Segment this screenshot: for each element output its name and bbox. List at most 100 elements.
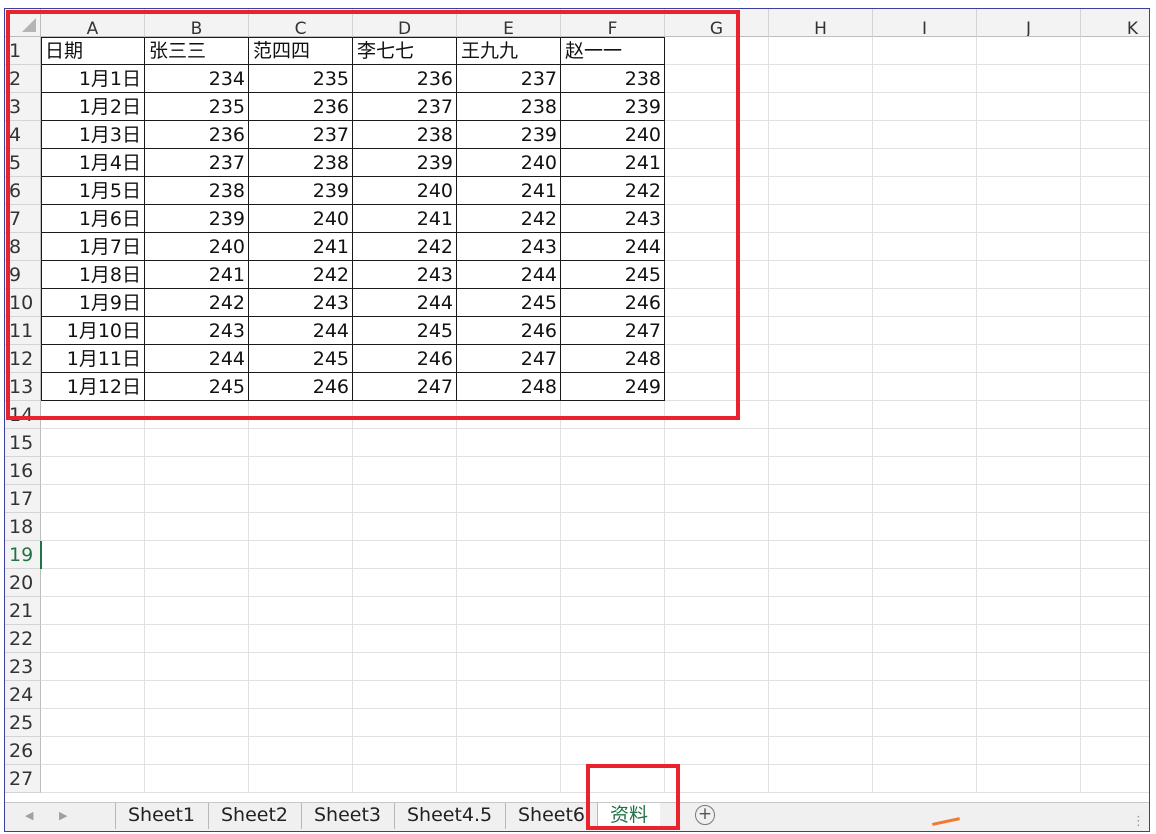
cell-i14[interactable]	[873, 401, 977, 429]
row-header-25[interactable]: 25	[5, 709, 41, 737]
row-header-21[interactable]: 21	[5, 597, 41, 625]
cell-e12[interactable]: 247	[457, 345, 561, 373]
cell-i2[interactable]	[873, 65, 977, 93]
cell-d18[interactable]	[353, 513, 457, 541]
cell-g8[interactable]	[665, 233, 769, 261]
cell-k7[interactable]	[1081, 205, 1149, 233]
cell-h8[interactable]	[769, 233, 873, 261]
cell-c18[interactable]	[249, 513, 353, 541]
cell-e16[interactable]	[457, 457, 561, 485]
cell-h2[interactable]	[769, 65, 873, 93]
cell-b11[interactable]: 243	[145, 317, 249, 345]
cell-h3[interactable]	[769, 93, 873, 121]
row-header-6[interactable]: 6	[5, 177, 41, 205]
cell-i8[interactable]	[873, 233, 977, 261]
column-header-j[interactable]: J	[977, 9, 1081, 37]
cell-k24[interactable]	[1081, 681, 1149, 709]
cell-e15[interactable]	[457, 429, 561, 457]
cell-a9[interactable]: 1月8日	[41, 261, 145, 289]
row-header-3[interactable]: 3	[5, 93, 41, 121]
cell-c21[interactable]	[249, 597, 353, 625]
row-header-22[interactable]: 22	[5, 625, 41, 653]
cell-b27[interactable]	[145, 765, 249, 793]
cell-g5[interactable]	[665, 149, 769, 177]
cell-h19[interactable]	[769, 541, 873, 569]
cell-k16[interactable]	[1081, 457, 1149, 485]
cell-i26[interactable]	[873, 737, 977, 765]
cell-j20[interactable]	[977, 569, 1081, 597]
cell-f19[interactable]	[561, 541, 665, 569]
cell-d14[interactable]	[353, 401, 457, 429]
cell-f8[interactable]: 244	[561, 233, 665, 261]
cell-i18[interactable]	[873, 513, 977, 541]
cell-e27[interactable]	[457, 765, 561, 793]
cell-c7[interactable]: 240	[249, 205, 353, 233]
cell-c22[interactable]	[249, 625, 353, 653]
cell-k9[interactable]	[1081, 261, 1149, 289]
cell-a5[interactable]: 1月4日	[41, 149, 145, 177]
cell-g4[interactable]	[665, 121, 769, 149]
cell-e4[interactable]: 239	[457, 121, 561, 149]
cell-k8[interactable]	[1081, 233, 1149, 261]
cell-i5[interactable]	[873, 149, 977, 177]
cell-f21[interactable]	[561, 597, 665, 625]
cell-e10[interactable]: 245	[457, 289, 561, 317]
cell-d24[interactable]	[353, 681, 457, 709]
cell-h5[interactable]	[769, 149, 873, 177]
row-header-9[interactable]: 9	[5, 261, 41, 289]
cell-h10[interactable]	[769, 289, 873, 317]
cell-a21[interactable]	[41, 597, 145, 625]
cell-d22[interactable]	[353, 625, 457, 653]
cell-f20[interactable]	[561, 569, 665, 597]
cell-k15[interactable]	[1081, 429, 1149, 457]
cell-j10[interactable]	[977, 289, 1081, 317]
cell-e8[interactable]: 243	[457, 233, 561, 261]
cell-a4[interactable]: 1月3日	[41, 121, 145, 149]
sheet-tab-6[interactable]: 资料	[597, 803, 661, 829]
column-header-b[interactable]: B	[145, 9, 249, 37]
cell-f7[interactable]: 243	[561, 205, 665, 233]
cell-c2[interactable]: 235	[249, 65, 353, 93]
cell-c24[interactable]	[249, 681, 353, 709]
row-header-2[interactable]: 2	[5, 65, 41, 93]
cell-c27[interactable]	[249, 765, 353, 793]
cell-a7[interactable]: 1月6日	[41, 205, 145, 233]
cell-h26[interactable]	[769, 737, 873, 765]
cell-g23[interactable]	[665, 653, 769, 681]
cell-b3[interactable]: 235	[145, 93, 249, 121]
cell-a1[interactable]: 日期	[41, 37, 145, 65]
cell-b4[interactable]: 236	[145, 121, 249, 149]
sheet-tab-2[interactable]: Sheet2	[208, 803, 300, 829]
cell-g10[interactable]	[665, 289, 769, 317]
row-header-1[interactable]: 1	[5, 37, 41, 65]
row-header-4[interactable]: 4	[5, 121, 41, 149]
cell-b2[interactable]: 234	[145, 65, 249, 93]
cell-h22[interactable]	[769, 625, 873, 653]
cell-c25[interactable]	[249, 709, 353, 737]
cell-b12[interactable]: 244	[145, 345, 249, 373]
cell-d11[interactable]: 245	[353, 317, 457, 345]
cell-i10[interactable]	[873, 289, 977, 317]
cell-d2[interactable]: 236	[353, 65, 457, 93]
cell-h7[interactable]	[769, 205, 873, 233]
cell-g1[interactable]	[665, 37, 769, 65]
cell-i17[interactable]	[873, 485, 977, 513]
cell-f1[interactable]: 赵一一	[561, 37, 665, 65]
row-header-12[interactable]: 12	[5, 345, 41, 373]
cell-b1[interactable]: 张三三	[145, 37, 249, 65]
cell-f26[interactable]	[561, 737, 665, 765]
cell-e21[interactable]	[457, 597, 561, 625]
cell-j15[interactable]	[977, 429, 1081, 457]
row-header-20[interactable]: 20	[5, 569, 41, 597]
row-header-10[interactable]: 10	[5, 289, 41, 317]
cell-i3[interactable]	[873, 93, 977, 121]
cell-g27[interactable]	[665, 765, 769, 793]
cell-g20[interactable]	[665, 569, 769, 597]
cell-d13[interactable]: 247	[353, 373, 457, 401]
cell-e3[interactable]: 238	[457, 93, 561, 121]
cell-d27[interactable]	[353, 765, 457, 793]
cell-f4[interactable]: 240	[561, 121, 665, 149]
cell-c12[interactable]: 245	[249, 345, 353, 373]
row-header-26[interactable]: 26	[5, 737, 41, 765]
cell-e26[interactable]	[457, 737, 561, 765]
